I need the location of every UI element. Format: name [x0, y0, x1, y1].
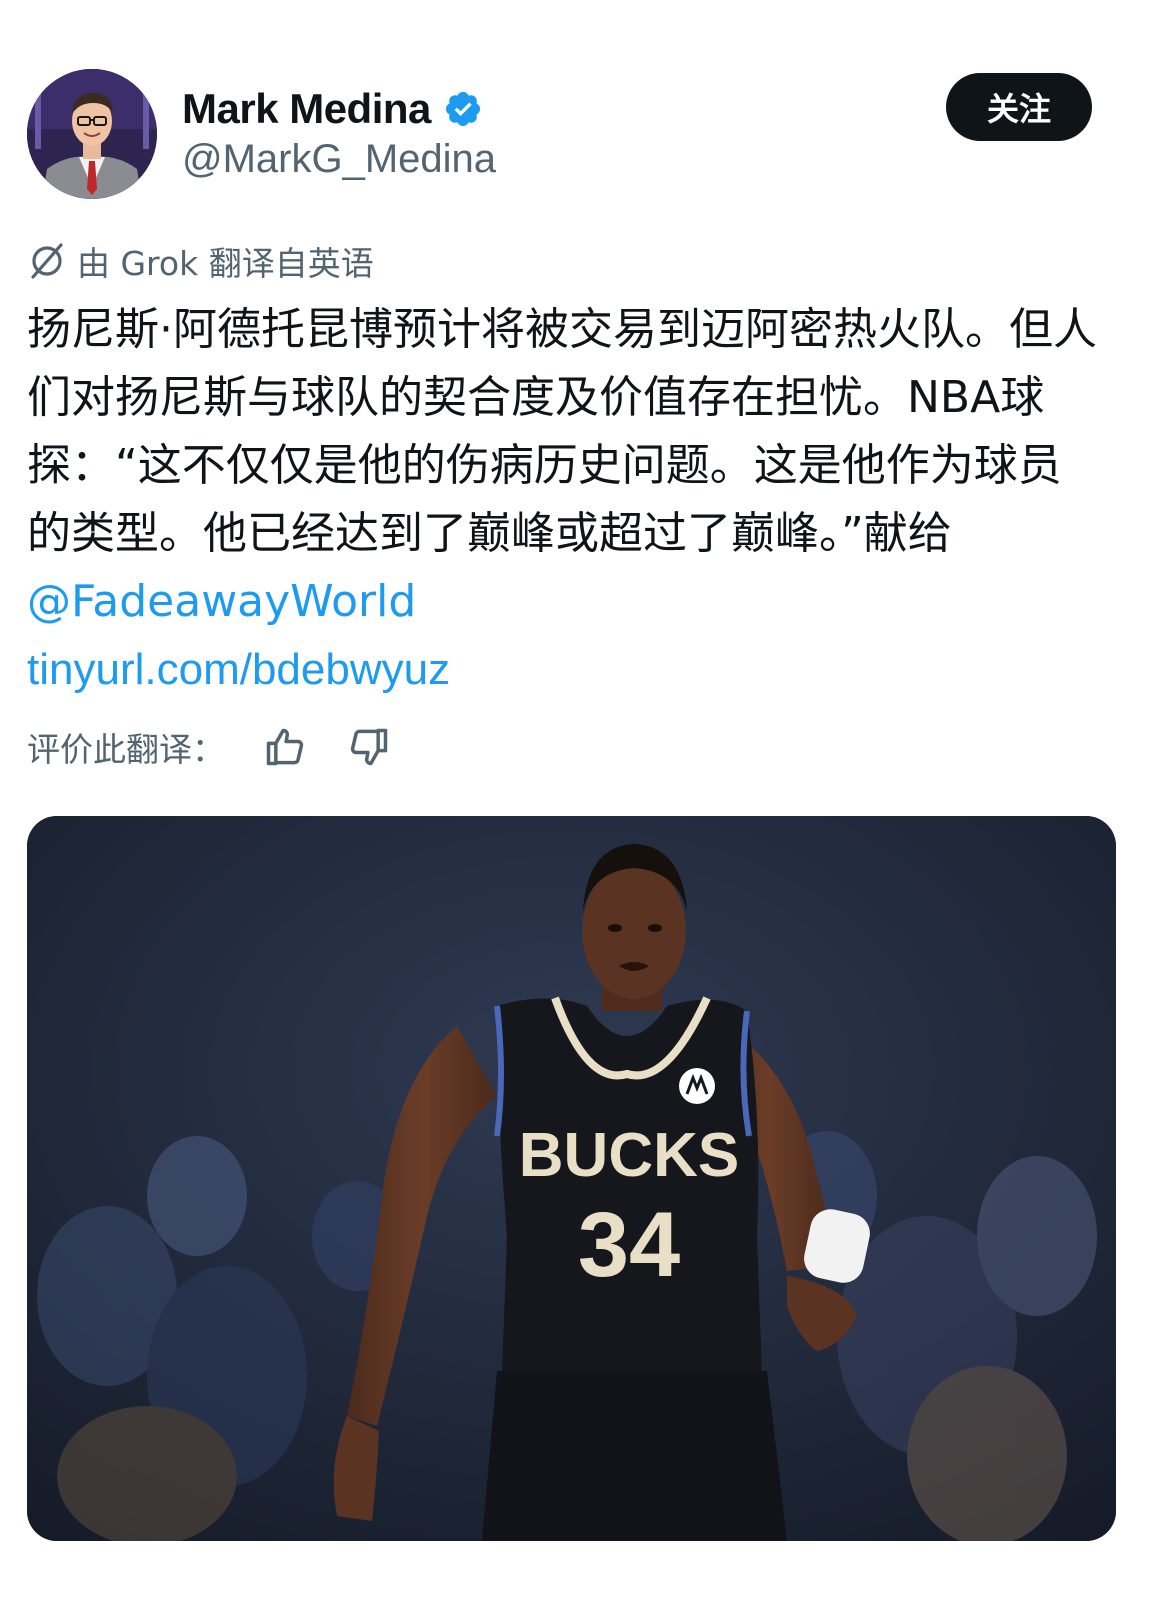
author-avatar[interactable]	[27, 69, 157, 199]
avatar-image	[27, 69, 157, 199]
tweet-media-image[interactable]: BUCKS 34	[27, 816, 1116, 1541]
rate-translation-label: 评价此翻译：	[27, 730, 225, 769]
author-name-row: Mark Medina	[182, 84, 483, 134]
rate-translation-row: 评价此翻译：	[27, 722, 391, 772]
verified-badge-icon	[445, 91, 480, 127]
author-handle[interactable]: @MarkG_Medina	[182, 137, 496, 182]
translation-note-text: 由 Grok 翻译自英语	[77, 244, 374, 283]
jersey-number-text: 34	[578, 1194, 680, 1296]
mention-link[interactable]: @FadeawayWorld	[27, 576, 416, 627]
basketball-player-photo: BUCKS 34	[27, 816, 1116, 1541]
thumbs-down-icon[interactable]	[347, 725, 391, 769]
tweet-text: 扬尼斯·阿德托昆博预计将被交易到迈阿密热火队。但人们对扬尼斯与球队的契合度及价值…	[27, 296, 1102, 704]
grok-icon	[31, 243, 63, 279]
author-display-name[interactable]: Mark Medina	[182, 85, 431, 133]
translation-note: 由 Grok 翻译自英语	[27, 238, 374, 284]
tweet-text-main: 扬尼斯·阿德托昆博预计将被交易到迈阿密热火队。但人们对扬尼斯与球队的契合度及价值…	[27, 304, 1097, 559]
thumbs-up-icon[interactable]	[263, 725, 307, 769]
jersey-team-text: BUCKS	[519, 1121, 739, 1190]
url-link[interactable]: tinyurl.com/bdebwyuz	[27, 645, 450, 694]
follow-button[interactable]: 关注	[946, 73, 1092, 141]
